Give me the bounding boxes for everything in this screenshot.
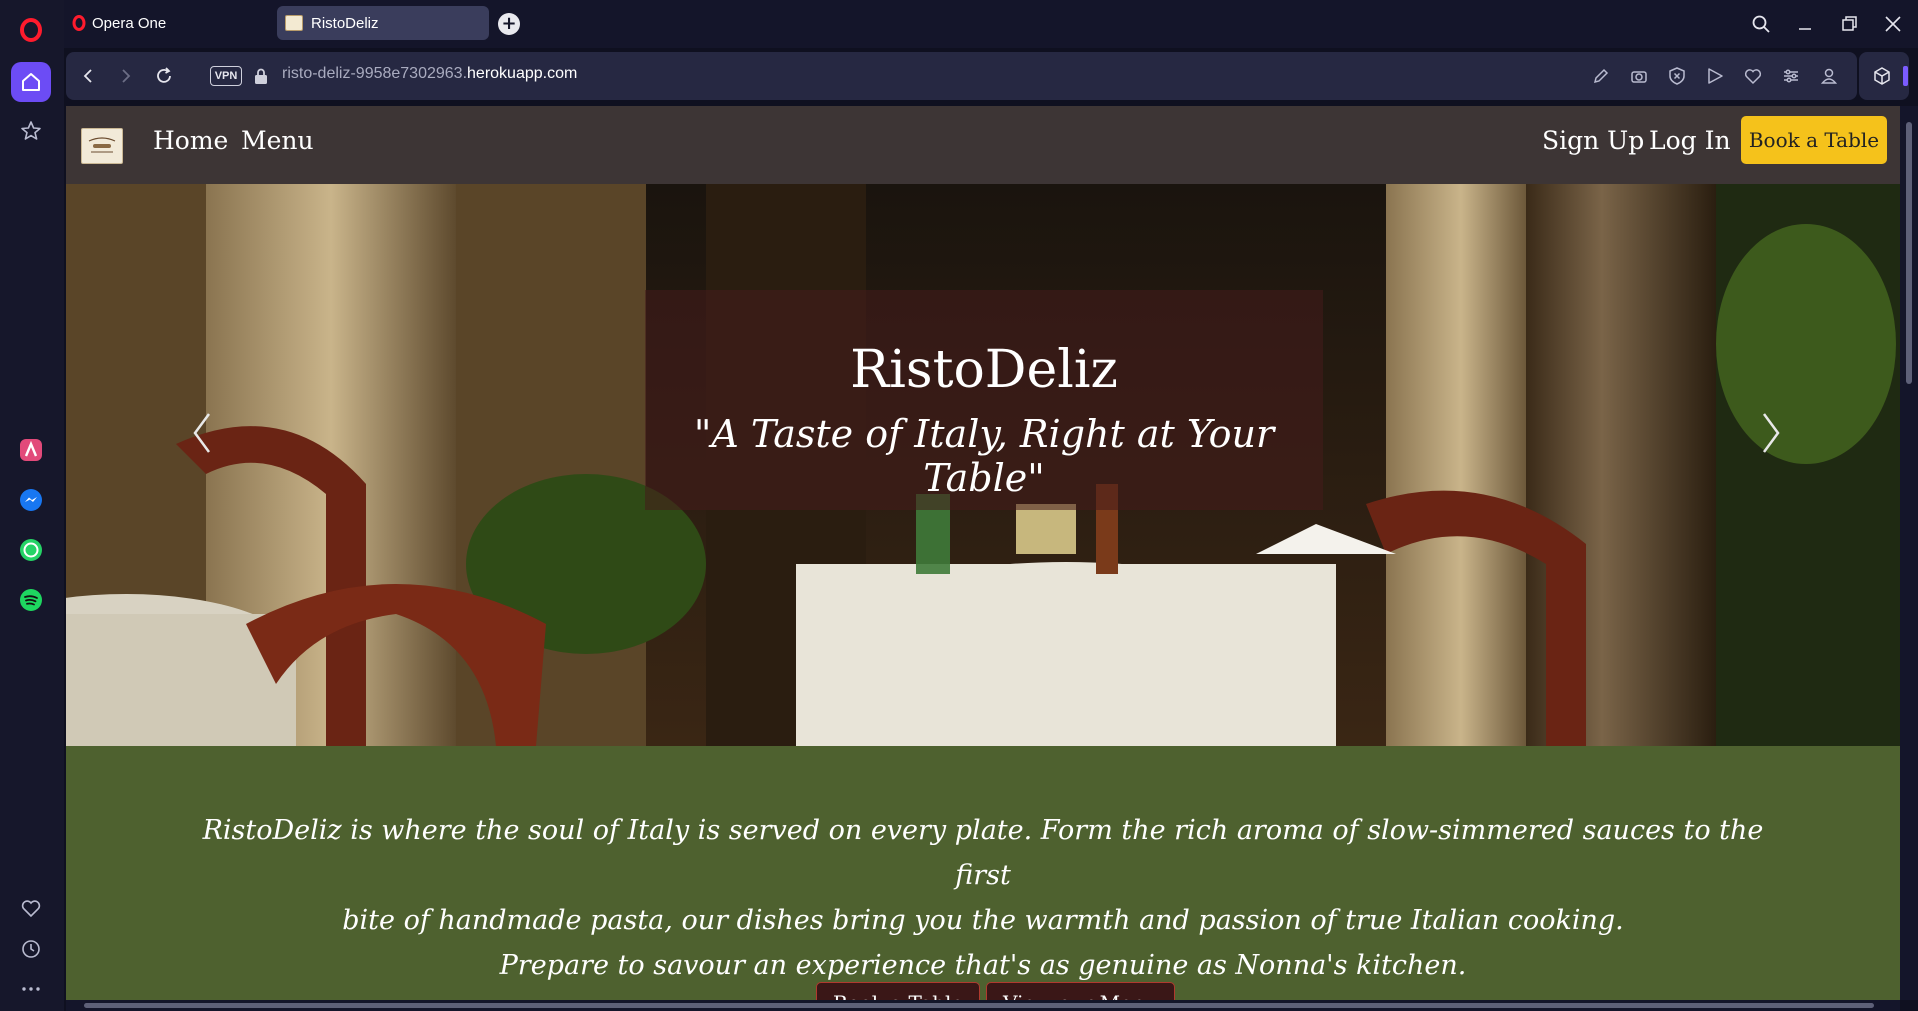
hero-caption: RistoDeliz "A Taste of Italy, Right at Y… [645, 290, 1323, 510]
url-domain: herokuapp.com [467, 65, 578, 82]
edit-icon[interactable] [1590, 65, 1612, 87]
heart-icon[interactable] [1742, 65, 1764, 87]
vertical-scroll-thumb[interactable] [1906, 122, 1912, 384]
nav-login-link[interactable]: Log In [1649, 126, 1731, 155]
hero-tagline: "A Taste of Italy, Right at Your Table" [693, 412, 1275, 500]
star-icon[interactable] [11, 111, 51, 151]
settings-sliders-icon[interactable] [1780, 65, 1802, 87]
lock-icon[interactable] [251, 66, 271, 86]
intro-menu-button[interactable]: View our Menu [986, 982, 1175, 1000]
intro-section: RistoDeliz is where the soul of Italy is… [66, 746, 1900, 1000]
intro-book-button[interactable]: Book a Table [816, 982, 981, 1000]
opera-menu-button[interactable]: Opera One [72, 10, 166, 36]
close-icon[interactable] [1879, 10, 1907, 38]
nav-menu-link[interactable]: Menu [241, 126, 314, 155]
aria-icon[interactable] [11, 430, 51, 470]
book-table-button[interactable]: Book a Table [1741, 116, 1887, 164]
heart-icon[interactable] [11, 888, 51, 928]
intro-line-1: RistoDeliz is where the soul of Italy is… [202, 815, 1764, 891]
address-bar: VPN risto-deliz-9958e7302963.herokuapp.c… [66, 52, 1857, 100]
intro-line-3: Prepare to savour an experience that's a… [499, 950, 1467, 981]
history-icon[interactable] [11, 929, 51, 969]
restore-icon[interactable] [1835, 10, 1863, 38]
vpn-badge[interactable]: VPN [210, 66, 242, 86]
opera-o-icon [72, 15, 86, 31]
forward-icon[interactable] [114, 64, 138, 88]
spotify-icon[interactable] [11, 580, 51, 620]
tab-title: RistoDeliz [311, 14, 379, 32]
messenger-icon[interactable] [11, 480, 51, 520]
home-icon[interactable] [11, 62, 51, 102]
vertical-scrollbar[interactable] [1900, 106, 1918, 1000]
profile-icon[interactable] [1818, 65, 1840, 87]
site-logo[interactable] [81, 128, 123, 164]
intro-line-2: bite of handmade pasta, our dishes bring… [342, 905, 1624, 936]
back-icon[interactable] [76, 64, 100, 88]
url-prefix: risto-deliz-9958e7302963. [282, 65, 468, 82]
camera-icon[interactable] [1628, 65, 1650, 87]
minimize-icon[interactable] [1791, 10, 1819, 38]
horizontal-scroll-thumb[interactable] [84, 1003, 1874, 1008]
extensions-area [1859, 52, 1909, 100]
site-navbar: Home Menu Sign Up Log In Book a Table [66, 106, 1900, 184]
intro-text: RistoDeliz is where the soul of Italy is… [196, 808, 1770, 988]
brand-label: Opera One [92, 14, 167, 32]
shield-icon[interactable] [1666, 65, 1688, 87]
reload-icon[interactable] [152, 64, 176, 88]
carousel-next-icon[interactable] [1756, 408, 1786, 458]
hero-title: RistoDeliz [850, 340, 1118, 400]
send-icon[interactable] [1704, 65, 1726, 87]
title-bar: Opera One RistoDeliz + [64, 0, 1918, 48]
extensions-cube-icon[interactable] [1871, 65, 1893, 87]
horizontal-scrollbar[interactable] [66, 1000, 1900, 1011]
hero-carousel: RistoDeliz "A Taste of Italy, Right at Y… [66, 184, 1900, 746]
accent-strip [1903, 66, 1908, 86]
browser-sidebar [0, 0, 64, 1011]
nav-home-link[interactable]: Home [153, 126, 228, 155]
whatsapp-icon[interactable] [11, 530, 51, 570]
new-tab-button[interactable]: + [498, 13, 520, 35]
page-viewport: Home Menu Sign Up Log In Book a Table Ri… [66, 106, 1900, 1000]
more-icon[interactable] [11, 969, 51, 1009]
carousel-prev-icon[interactable] [187, 408, 217, 458]
nav-signup-link[interactable]: Sign Up [1542, 126, 1644, 155]
restaurant-logo-icon [88, 137, 116, 153]
favicon-icon [285, 15, 303, 31]
search-icon[interactable] [1747, 10, 1775, 38]
opera-logo-icon[interactable] [11, 10, 51, 50]
tab-ristodeliz[interactable]: RistoDeliz [277, 6, 489, 40]
url-field[interactable]: risto-deliz-9958e7302963.herokuapp.com [282, 65, 577, 83]
